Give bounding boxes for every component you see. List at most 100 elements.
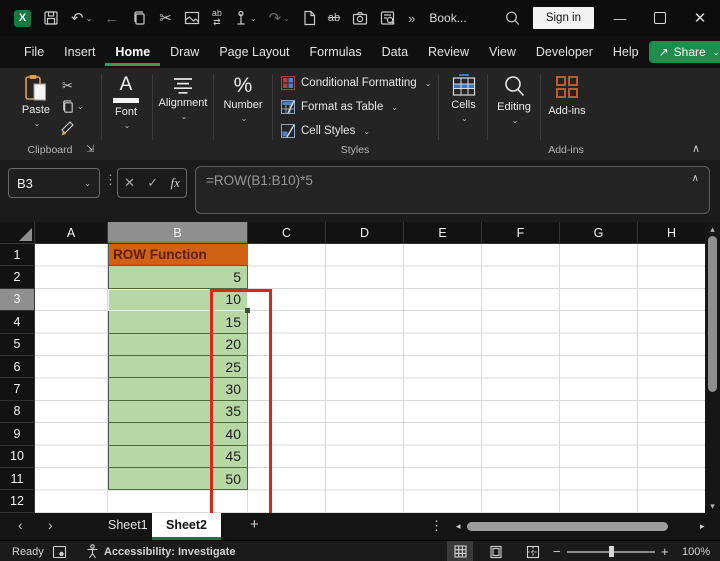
cell[interactable] bbox=[35, 311, 108, 333]
hscroll-right-icon[interactable]: ▸ bbox=[700, 521, 705, 532]
excel-logo-icon[interactable]: X bbox=[8, 3, 37, 33]
cell-b9[interactable]: 40 bbox=[108, 423, 248, 445]
copy-icon[interactable] bbox=[125, 3, 153, 33]
lookup-sheet-icon[interactable] bbox=[374, 3, 402, 33]
back-icon[interactable]: ← bbox=[98, 3, 125, 33]
cells-right[interactable] bbox=[248, 378, 705, 400]
cell[interactable] bbox=[35, 356, 108, 378]
select-all-corner[interactable] bbox=[0, 222, 35, 244]
cell-b3-selected[interactable]: 10 bbox=[108, 289, 248, 311]
enter-icon[interactable]: ✓ bbox=[147, 175, 158, 191]
cell-b6[interactable]: 25 bbox=[108, 356, 248, 378]
zoom-level[interactable]: 100% bbox=[682, 541, 710, 561]
save-icon[interactable] bbox=[37, 3, 65, 33]
column-header-g[interactable]: G bbox=[560, 222, 638, 244]
cell[interactable] bbox=[35, 244, 108, 266]
tab-help[interactable]: Help bbox=[603, 38, 649, 66]
conditional-formatting-button[interactable]: Conditional Formatting⌄ bbox=[281, 76, 431, 90]
cell-b2[interactable]: 5 bbox=[108, 266, 248, 288]
column-header-e[interactable]: E bbox=[404, 222, 482, 244]
tab-data[interactable]: Data bbox=[372, 38, 418, 66]
zoom-slider-handle[interactable] bbox=[609, 546, 614, 557]
close-button[interactable]: ✕ bbox=[680, 3, 720, 33]
cell[interactable] bbox=[35, 289, 108, 311]
paste-button[interactable]: Paste ⌄ bbox=[12, 74, 60, 128]
cell[interactable] bbox=[35, 334, 108, 356]
format-painter-button[interactable] bbox=[60, 120, 76, 136]
cell[interactable] bbox=[108, 490, 248, 512]
column-header-a[interactable]: A bbox=[35, 222, 108, 244]
number-group-button[interactable]: % Number ⌄ bbox=[214, 75, 272, 123]
column-header-h[interactable]: H bbox=[638, 222, 705, 244]
copy-button[interactable]: ⌄ bbox=[60, 99, 84, 114]
formula-input[interactable]: =ROW(B1:B10)*5 ∧ bbox=[195, 166, 710, 214]
page-break-view-icon[interactable] bbox=[520, 541, 546, 561]
column-header-b[interactable]: B bbox=[108, 222, 248, 244]
cell[interactable] bbox=[35, 423, 108, 445]
workbook-name[interactable]: Book... bbox=[421, 11, 474, 25]
prev-sheet-icon[interactable]: ‹ bbox=[18, 517, 23, 533]
cell-b7[interactable]: 30 bbox=[108, 378, 248, 400]
row-header[interactable]: 12 bbox=[0, 490, 35, 512]
addins-button[interactable]: Add-ins bbox=[541, 75, 593, 117]
next-sheet-icon[interactable]: › bbox=[48, 517, 53, 533]
row-header[interactable]: 10 bbox=[0, 446, 35, 468]
expand-formula-bar-icon[interactable]: ∧ bbox=[692, 173, 699, 184]
tab-file[interactable]: File bbox=[14, 38, 54, 66]
row-header[interactable]: 9 bbox=[0, 423, 35, 445]
search-icon[interactable] bbox=[498, 3, 527, 33]
cell[interactable] bbox=[35, 490, 108, 512]
tab-insert[interactable]: Insert bbox=[54, 38, 105, 66]
cells-right[interactable] bbox=[248, 266, 705, 288]
name-box-chevron-icon[interactable]: ⌄ bbox=[84, 179, 91, 188]
editing-group-button[interactable]: Editing ⌄ bbox=[488, 75, 540, 125]
cell-b10[interactable]: 45 bbox=[108, 446, 248, 468]
cells-right[interactable] bbox=[248, 490, 705, 512]
row-header[interactable]: 8 bbox=[0, 401, 35, 423]
fill-handle[interactable] bbox=[245, 308, 250, 313]
cell[interactable] bbox=[35, 446, 108, 468]
tab-page-layout[interactable]: Page Layout bbox=[209, 38, 299, 66]
font-group-button[interactable]: A Font ⌄ bbox=[101, 75, 151, 130]
cell[interactable] bbox=[35, 378, 108, 400]
accessibility-status[interactable]: Accessibility: Investigate bbox=[86, 541, 235, 561]
more-commands-icon[interactable]: » bbox=[402, 3, 421, 33]
row-header[interactable]: 11 bbox=[0, 468, 35, 490]
cells-right[interactable] bbox=[248, 289, 705, 311]
zoom-out-button[interactable]: − bbox=[553, 541, 561, 561]
column-header-c[interactable]: C bbox=[248, 222, 326, 244]
page-layout-view-icon[interactable] bbox=[483, 541, 509, 561]
cells-right[interactable] bbox=[248, 311, 705, 333]
maximize-button[interactable] bbox=[640, 3, 680, 33]
cells-right[interactable] bbox=[248, 334, 705, 356]
cancel-icon[interactable]: ✕ bbox=[124, 175, 135, 191]
cell-b11[interactable]: 50 bbox=[108, 468, 248, 490]
minimize-button[interactable]: — bbox=[600, 3, 640, 33]
cells-right[interactable] bbox=[248, 446, 705, 468]
zoom-in-button[interactable]: + bbox=[661, 541, 669, 561]
cell[interactable] bbox=[35, 266, 108, 288]
new-sheet-icon[interactable]: + bbox=[250, 516, 259, 533]
row-header[interactable]: 7 bbox=[0, 378, 35, 400]
cell-b8[interactable]: 35 bbox=[108, 401, 248, 423]
scroll-down-icon[interactable]: ▾ bbox=[705, 501, 720, 511]
cells-right[interactable] bbox=[248, 401, 705, 423]
name-box[interactable]: B3 ⌄ bbox=[8, 168, 100, 198]
tab-draw[interactable]: Draw bbox=[160, 38, 209, 66]
row-header[interactable]: 3 bbox=[0, 289, 35, 311]
column-header-f[interactable]: F bbox=[482, 222, 560, 244]
sign-in-button[interactable]: Sign in bbox=[533, 7, 594, 29]
row-header[interactable]: 2 bbox=[0, 266, 35, 288]
row-header[interactable]: 5 bbox=[0, 334, 35, 356]
vertical-scrollbar[interactable]: ▴ ▾ bbox=[705, 222, 720, 513]
camera-icon[interactable] bbox=[346, 3, 374, 33]
find-replace-icon[interactable]: ab⇄ bbox=[206, 3, 228, 33]
share-button[interactable]: ↗ Share ⌄ bbox=[649, 41, 720, 63]
clipboard-dialog-launcher[interactable]: ⇲ bbox=[86, 144, 94, 155]
cell-b5[interactable]: 20 bbox=[108, 334, 248, 356]
sheet-tab-sheet1[interactable]: Sheet1 bbox=[100, 518, 156, 532]
cell-b1-title[interactable]: ROW Function bbox=[108, 244, 248, 266]
cell[interactable] bbox=[35, 401, 108, 423]
tab-home[interactable]: Home bbox=[105, 38, 160, 66]
vertical-scroll-thumb[interactable] bbox=[708, 236, 717, 392]
